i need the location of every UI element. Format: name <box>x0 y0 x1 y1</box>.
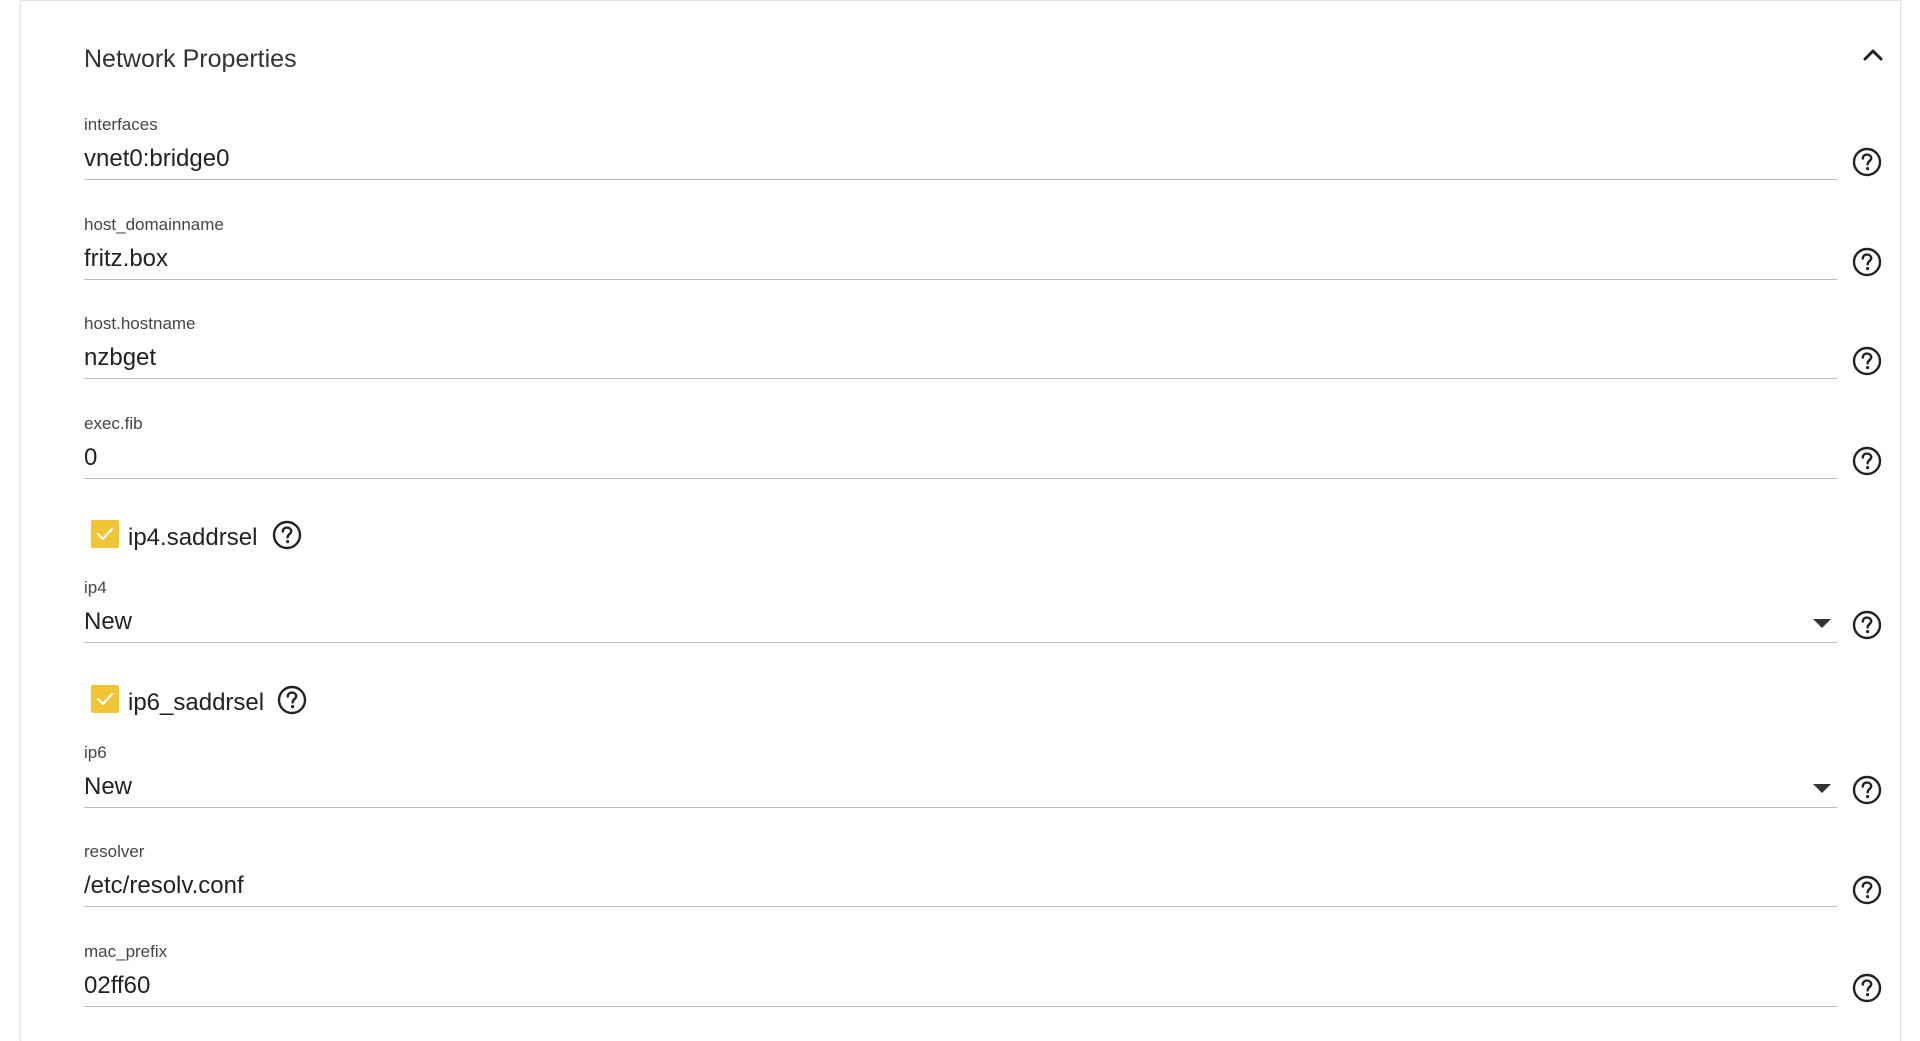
exec-fib-label: exec.fib <box>84 414 143 433</box>
question-circle-icon <box>1852 247 1882 277</box>
ip6-saddrsel-help-button[interactable] <box>276 684 308 716</box>
mac-prefix-input[interactable] <box>84 966 1837 1007</box>
checkmark-icon <box>96 527 114 541</box>
exec-fib-input[interactable] <box>84 438 1837 479</box>
resolver-input[interactable] <box>84 866 1837 907</box>
chevron-up-icon <box>1863 49 1883 61</box>
host-domainname-label: host_domainname <box>84 215 224 234</box>
ip6-label: ip6 <box>84 743 107 762</box>
mac-prefix-help-button[interactable] <box>1851 972 1883 1004</box>
ip4-saddrsel-checkbox[interactable] <box>91 520 119 548</box>
host-hostname-field: host.hostname <box>84 314 1837 384</box>
ip6-help-button[interactable] <box>1851 774 1883 806</box>
question-circle-icon <box>1852 875 1882 905</box>
ip4-help-button[interactable] <box>1851 609 1883 641</box>
host-hostname-help-button[interactable] <box>1851 345 1883 377</box>
ip6-dropdown-caret-icon[interactable] <box>1813 784 1831 793</box>
ip6-saddrsel-checkbox[interactable] <box>91 685 119 713</box>
question-circle-icon <box>1852 775 1882 805</box>
collapse-button[interactable] <box>1857 39 1889 71</box>
mac-prefix-label: mac_prefix <box>84 942 168 961</box>
ip4-field: ip4 New <box>84 578 1837 648</box>
ip4-dropdown-caret-icon[interactable] <box>1813 619 1831 628</box>
question-circle-icon <box>1852 446 1882 476</box>
interfaces-help-button[interactable] <box>1851 146 1883 178</box>
panel-title: Network Properties <box>84 45 297 73</box>
question-circle-icon <box>1852 973 1882 1003</box>
ip4-select[interactable]: New <box>84 602 1837 643</box>
ip4-saddrsel-help-button[interactable] <box>271 519 303 551</box>
host-domainname-field: host_domainname <box>84 215 1837 285</box>
interfaces-field: interfaces <box>84 115 1837 185</box>
exec-fib-help-button[interactable] <box>1851 445 1883 477</box>
network-properties-panel: Network Properties interfaces host_domai… <box>20 0 1901 1041</box>
ip6-saddrsel-label: ip6_saddrsel <box>128 689 265 716</box>
resolver-label: resolver <box>84 842 145 861</box>
mac-prefix-field: mac_prefix <box>84 942 1837 1012</box>
question-circle-icon <box>1852 346 1882 376</box>
ip6-field: ip6 New <box>84 743 1837 813</box>
host-hostname-label: host.hostname <box>84 314 196 333</box>
interfaces-label: interfaces <box>84 115 158 134</box>
resolver-field: resolver <box>84 842 1837 912</box>
question-circle-icon <box>272 520 302 550</box>
question-circle-icon <box>1852 610 1882 640</box>
host-domainname-help-button[interactable] <box>1851 246 1883 278</box>
resolver-help-button[interactable] <box>1851 874 1883 906</box>
question-circle-icon <box>1852 147 1882 177</box>
ip6-saddrsel-row: ip6_saddrsel <box>91 685 341 721</box>
host-domainname-input[interactable] <box>84 239 1837 280</box>
ip4-saddrsel-row: ip4.saddrsel <box>91 520 331 556</box>
checkmark-icon <box>96 692 114 706</box>
interfaces-input[interactable] <box>84 139 1837 180</box>
host-hostname-input[interactable] <box>84 338 1837 379</box>
ip4-label: ip4 <box>84 578 107 597</box>
exec-fib-field: exec.fib <box>84 414 1837 484</box>
ip6-select[interactable]: New <box>84 767 1837 808</box>
question-circle-icon <box>277 685 307 715</box>
ip4-saddrsel-label: ip4.saddrsel <box>128 524 258 551</box>
